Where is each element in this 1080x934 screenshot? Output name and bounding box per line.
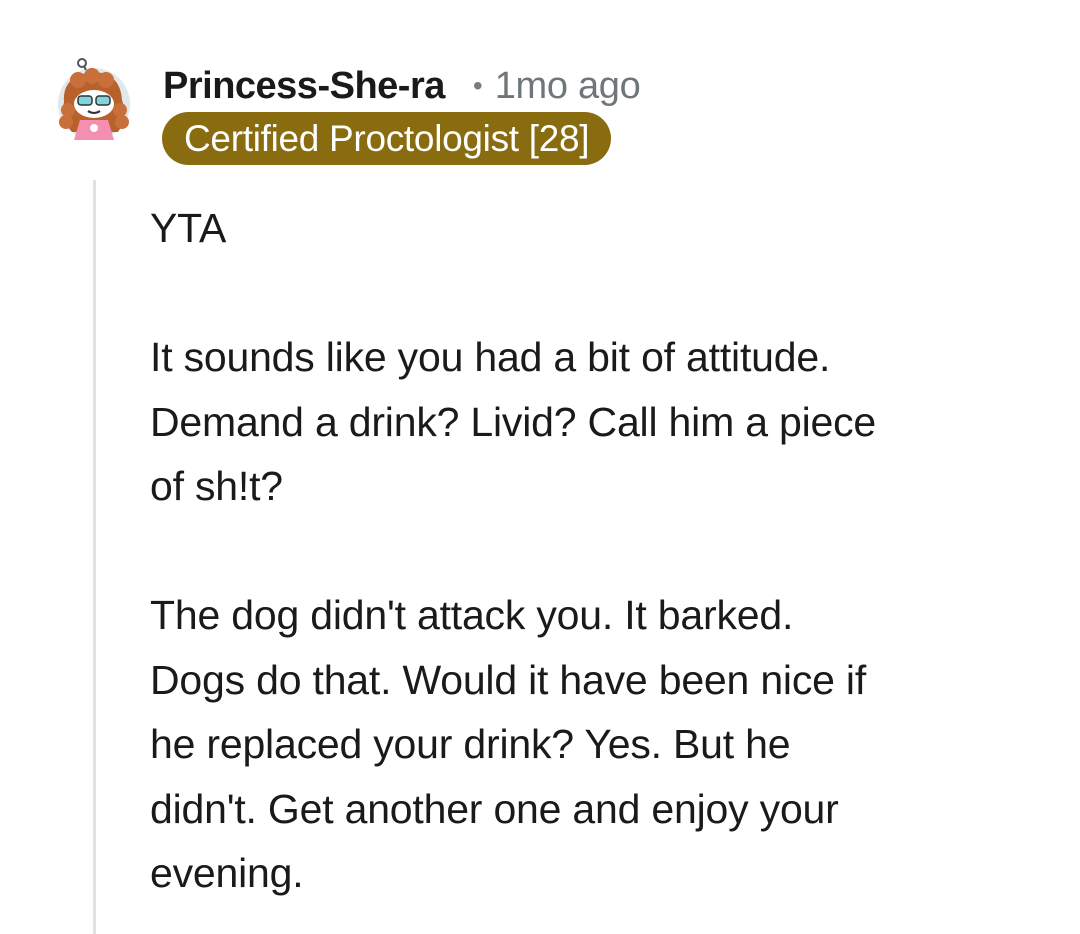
comment-paragraph: It sounds like you had a bit of attitude… bbox=[150, 325, 1050, 519]
comment-paragraph: The dog didn't attack you. It barked. Do… bbox=[150, 583, 1050, 906]
comment: Princess-She-ra • 1mo ago Certified Proc… bbox=[0, 0, 1080, 934]
text-line: It sounds like you had a bit of attitude… bbox=[150, 334, 831, 380]
text-line: evening. bbox=[150, 850, 304, 896]
separator-dot: • bbox=[472, 70, 483, 101]
thread-collapse-line[interactable] bbox=[93, 180, 96, 934]
user-flair-badge: Certified Proctologist [28] bbox=[162, 112, 612, 165]
comment-body: YTA It sounds like you had a bit of atti… bbox=[150, 196, 1050, 906]
text-line: Demand a drink? Livid? Call him a piece bbox=[150, 398, 877, 445]
text-line: didn't. Get another one and enjoy your bbox=[150, 785, 839, 832]
snoo-avatar-icon[interactable] bbox=[56, 58, 134, 144]
text-line: of sh!t? bbox=[150, 463, 283, 509]
comment-header: Princess-She-ra • 1mo ago bbox=[163, 60, 641, 112]
username-link[interactable]: Princess-She-ra bbox=[163, 65, 445, 108]
text-line: he replaced your drink? Yes. But he bbox=[150, 721, 791, 767]
text-line: YTA bbox=[150, 205, 227, 251]
timestamp[interactable]: 1mo ago bbox=[495, 65, 641, 108]
text-line: The dog didn't attack you. It barked. bbox=[150, 592, 794, 638]
comment-paragraph: YTA bbox=[150, 196, 1050, 261]
text-line: Dogs do that. Would it have been nice if bbox=[150, 656, 867, 703]
